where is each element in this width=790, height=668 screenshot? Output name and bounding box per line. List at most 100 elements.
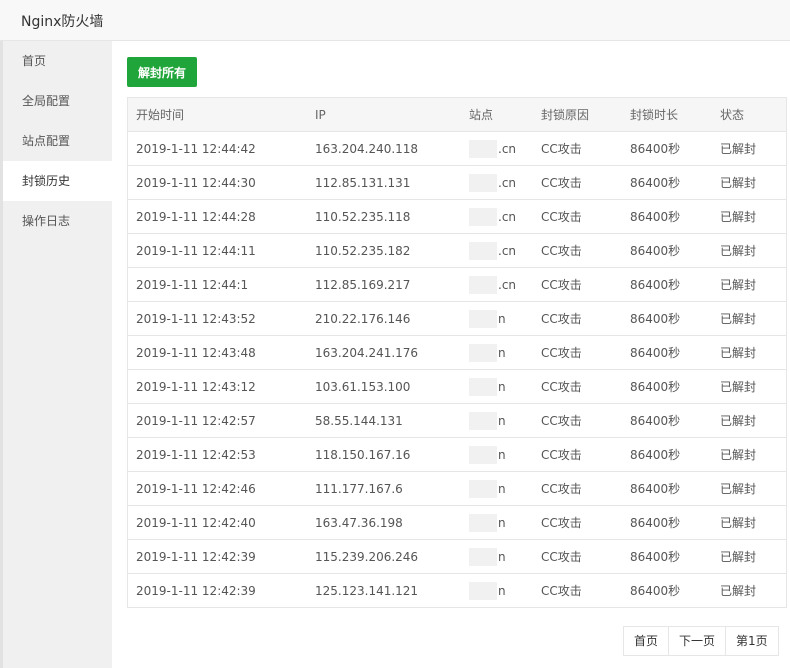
cell-site: .cn: [461, 165, 533, 200]
table-row: 2019-1-11 12:44:11 110.52.235.182 .cn CC…: [127, 233, 787, 268]
site-suffix: .cn: [498, 141, 517, 156]
cell-reason: CC攻击: [533, 131, 622, 166]
cell-status: 已解封: [712, 131, 787, 166]
current-page-indicator[interactable]: 第1页: [726, 627, 778, 655]
cell-time: 2019-1-11 12:44:28: [127, 199, 307, 234]
cell-ip: 110.52.235.182: [307, 233, 461, 268]
cell-ip: 118.150.167.16: [307, 437, 461, 472]
cell-status: 已解封: [712, 539, 787, 574]
cell-site: n: [461, 505, 533, 540]
cell-site: .cn: [461, 233, 533, 268]
cell-ip: 163.204.240.118: [307, 131, 461, 166]
header-duration: 封锁时长: [622, 97, 712, 132]
table-row: 2019-1-11 12:42:40 163.47.36.198 n CC攻击 …: [127, 505, 787, 540]
cell-reason: CC攻击: [533, 233, 622, 268]
cell-site: .cn: [461, 131, 533, 166]
cell-ip: 163.204.241.176: [307, 335, 461, 370]
table-row: 2019-1-11 12:42:46 111.177.167.6 n CC攻击 …: [127, 471, 787, 506]
first-page-button[interactable]: 首页: [624, 627, 670, 655]
unblock-all-button[interactable]: 解封所有: [127, 57, 197, 87]
pagination: 首页 下一页 第1页: [623, 626, 779, 656]
cell-time: 2019-1-11 12:42:46: [127, 471, 307, 506]
cell-time: 2019-1-11 12:44:42: [127, 131, 307, 166]
firewall-window: Nginx防火墙 首页 全局配置 站点配置 封锁历史 操作日志 解封所有 开始时…: [0, 0, 790, 668]
sidebar-item-global-config[interactable]: 全局配置: [0, 81, 112, 121]
cell-time: 2019-1-11 12:44:11: [127, 233, 307, 268]
cell-status: 已解封: [712, 301, 787, 336]
cell-status: 已解封: [720, 584, 757, 598]
header-site: 站点: [461, 97, 533, 132]
cell-site: n: [461, 403, 533, 438]
cell-ip: 163.47.36.198: [307, 505, 461, 540]
cell-site: n: [461, 539, 533, 574]
redacted-site-mask: [469, 173, 497, 192]
redacted-site-mask: [469, 547, 497, 566]
cell-duration: 86400秒: [622, 131, 712, 166]
window-left-edge: [0, 41, 3, 668]
cell-ip: 103.61.153.100: [307, 369, 461, 404]
cell-time: 2019-1-11 12:44:30: [127, 165, 307, 200]
redacted-site-mask: [469, 207, 497, 226]
cell-status: 已解封: [712, 437, 787, 472]
redacted-site-mask: [469, 139, 497, 158]
cell-time: 2019-1-11 12:42:40: [127, 505, 307, 540]
cell-site: n: [461, 335, 533, 370]
site-suffix: .cn: [498, 243, 517, 258]
cell-reason: CC攻击: [533, 165, 622, 200]
cell-duration: 86400秒: [622, 335, 712, 370]
cell-site: .cn: [461, 199, 533, 234]
site-suffix: n: [498, 447, 506, 462]
cell-reason: CC攻击: [533, 335, 622, 370]
cell-ip: 112.85.131.131: [307, 165, 461, 200]
cell-duration: 86400秒: [622, 301, 712, 336]
redacted-site-mask: [469, 445, 497, 464]
cell-ip: 110.52.235.118: [307, 199, 461, 234]
cell-status: 已解封: [712, 199, 787, 234]
redacted-site-mask: [469, 275, 497, 294]
site-suffix: n: [498, 481, 506, 496]
cell-reason: CC攻击: [533, 403, 622, 438]
table-row: 2019-1-11 12:44:30 112.85.131.131 .cn CC…: [127, 165, 787, 200]
header-ip: IP: [307, 97, 461, 132]
cell-time: 2019-1-11 12:44:1: [127, 267, 307, 302]
cell-reason: CC攻击: [533, 471, 622, 506]
sidebar-item-block-history[interactable]: 封锁历史: [0, 161, 112, 201]
cell-reason: CC攻击: [533, 301, 622, 336]
table-row: 2019-1-11 12:42:39 125.123.141.121 n CC攻…: [128, 574, 787, 608]
sidebar-item-home[interactable]: 首页: [0, 41, 112, 81]
site-suffix: .cn: [498, 277, 517, 292]
site-suffix: n: [498, 345, 506, 360]
redacted-site-mask: [469, 479, 497, 498]
redacted-site-mask: [469, 241, 497, 260]
cell-ip: 112.85.169.217: [307, 267, 461, 302]
site-suffix: n: [498, 311, 506, 326]
site-suffix: n: [498, 515, 506, 530]
cell-duration: 86400秒: [622, 539, 712, 574]
cell-duration: 86400秒: [622, 165, 712, 200]
sidebar-item-site-config[interactable]: 站点配置: [0, 121, 112, 161]
cell-duration: 86400秒: [622, 505, 712, 540]
cell-duration: 86400秒: [630, 584, 681, 598]
cell-time: 2019-1-11 12:43:48: [127, 335, 307, 370]
cell-ip: 111.177.167.6: [307, 471, 461, 506]
table-row: 2019-1-11 12:43:48 163.204.241.176 n CC攻…: [127, 335, 787, 370]
table-row: 2019-1-11 12:42:53 118.150.167.16 n CC攻击…: [127, 437, 787, 472]
cell-reason: CC攻击: [533, 369, 622, 404]
block-history-table: 开始时间 IP 站点 封锁原因 封锁时长 状态 2019-1-11 12:44:…: [127, 97, 787, 608]
sidebar-item-operation-log[interactable]: 操作日志: [0, 201, 112, 241]
next-page-button[interactable]: 下一页: [669, 627, 727, 655]
table-row: 2019-1-11 12:43:12 103.61.153.100 n CC攻击…: [127, 369, 787, 404]
cell-reason: CC攻击: [533, 505, 622, 540]
cell-duration: 86400秒: [622, 199, 712, 234]
sidebar: 首页 全局配置 站点配置 封锁历史 操作日志: [0, 41, 112, 668]
cell-reason: CC攻击: [541, 584, 582, 598]
table-row: 2019-1-11 12:42:57 58.55.144.131 n CC攻击 …: [127, 403, 787, 438]
cell-site: .cn: [461, 267, 533, 302]
cell-site: n: [461, 437, 533, 472]
cell-status: 已解封: [712, 233, 787, 268]
cell-status: 已解封: [712, 335, 787, 370]
cell-status: 已解封: [712, 505, 787, 540]
cell-time: 2019-1-11 12:42:57: [127, 403, 307, 438]
cell-status: 已解封: [712, 165, 787, 200]
site-suffix: .cn: [498, 209, 517, 224]
